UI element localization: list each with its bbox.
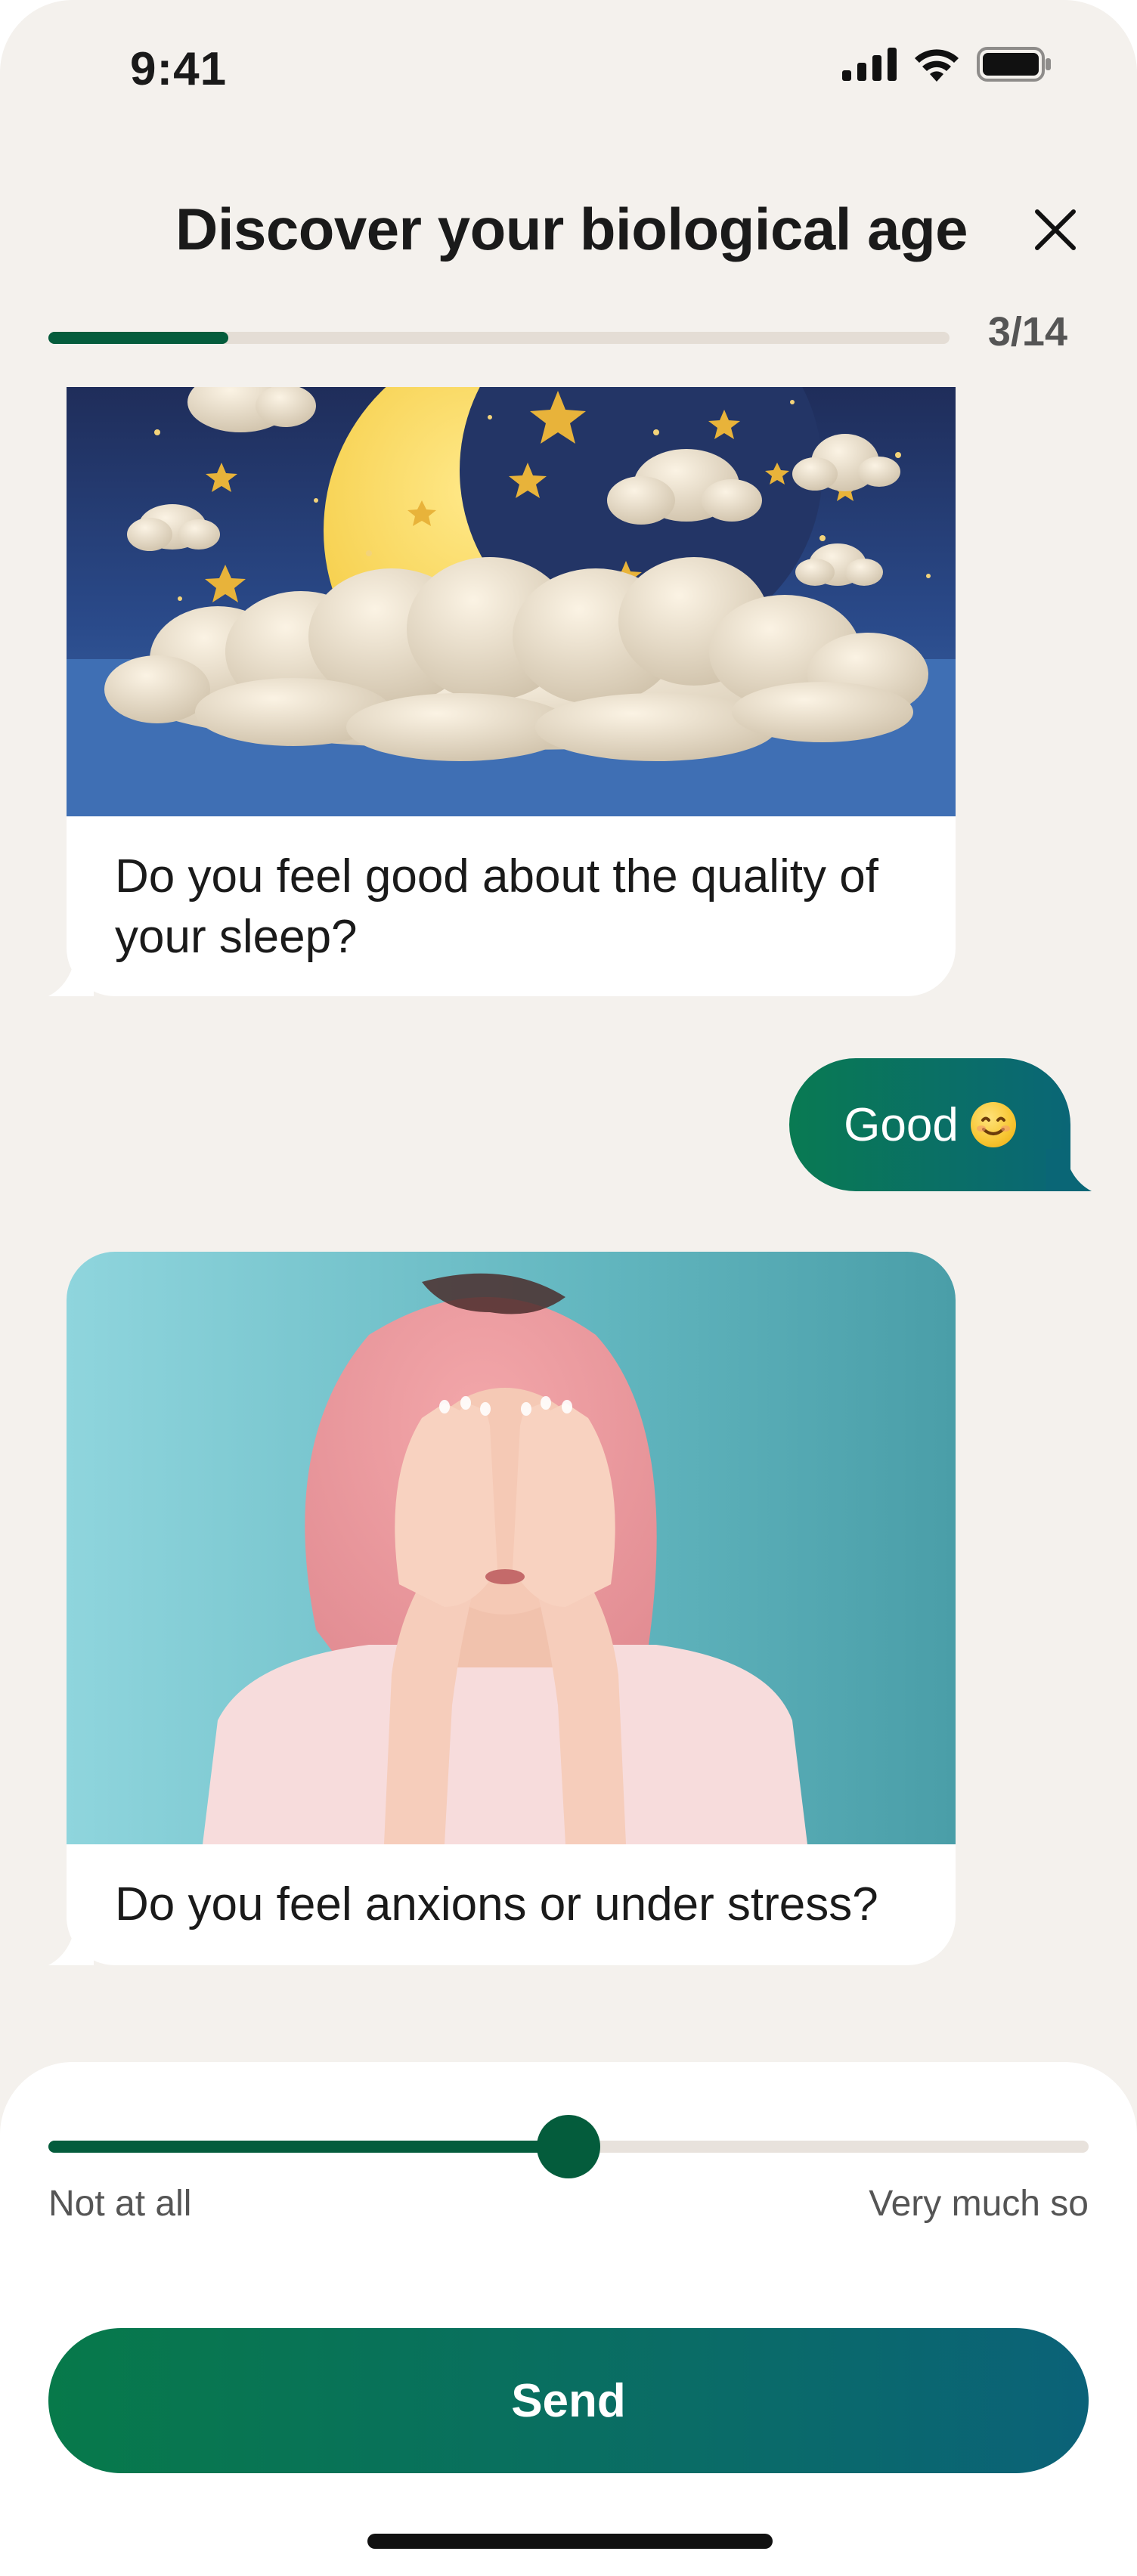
slider-max-label: Very much so xyxy=(869,2184,1089,2224)
bubble-tail xyxy=(48,1923,94,1965)
smiling-face-emoji-icon xyxy=(970,1102,1016,1147)
answer-sheet: Not at all Very much so Send xyxy=(0,2062,1137,2576)
home-indicator xyxy=(367,2534,773,2549)
send-button[interactable]: Send xyxy=(48,2328,1089,2473)
bubble-tail xyxy=(48,954,94,996)
screen: 9:41 Discover your biological age 3/14 D… xyxy=(0,0,1137,2576)
reply-bubble-tail xyxy=(1046,1149,1092,1191)
slider-thumb[interactable] xyxy=(537,2115,600,2178)
progress-bar-fill xyxy=(48,332,229,344)
close-icon xyxy=(1035,209,1076,250)
wifi-icon xyxy=(915,49,959,82)
slider-min-label: Not at all xyxy=(48,2184,192,2224)
cellular-signal-icon xyxy=(842,48,897,81)
user-reply-bubble: Good xyxy=(789,1058,1092,1191)
status-time: 9:41 xyxy=(130,43,228,95)
question-text: Do you feel good about the quality of yo… xyxy=(115,850,878,963)
question-card-sleep: Do you feel good about the quality of yo… xyxy=(48,387,956,996)
anxiety-slider[interactable] xyxy=(48,2115,1089,2178)
reply-text: Good xyxy=(844,1098,959,1151)
night-moon-clouds-illustration xyxy=(67,387,956,816)
question-text: Do you feel anxions or under stress? xyxy=(115,1878,878,1930)
battery-icon xyxy=(977,47,1051,82)
slider-fill xyxy=(48,2141,568,2153)
page-title: Discover your biological age xyxy=(175,196,968,262)
woman-covering-face-photo xyxy=(67,1252,956,1844)
status-icons xyxy=(842,47,1052,82)
progress-bar xyxy=(48,332,950,344)
question-card-stress: Do you feel anxions or under stress? xyxy=(48,1252,956,1965)
progress-count: 3/14 xyxy=(987,309,1067,355)
close-button[interactable] xyxy=(1024,198,1087,262)
